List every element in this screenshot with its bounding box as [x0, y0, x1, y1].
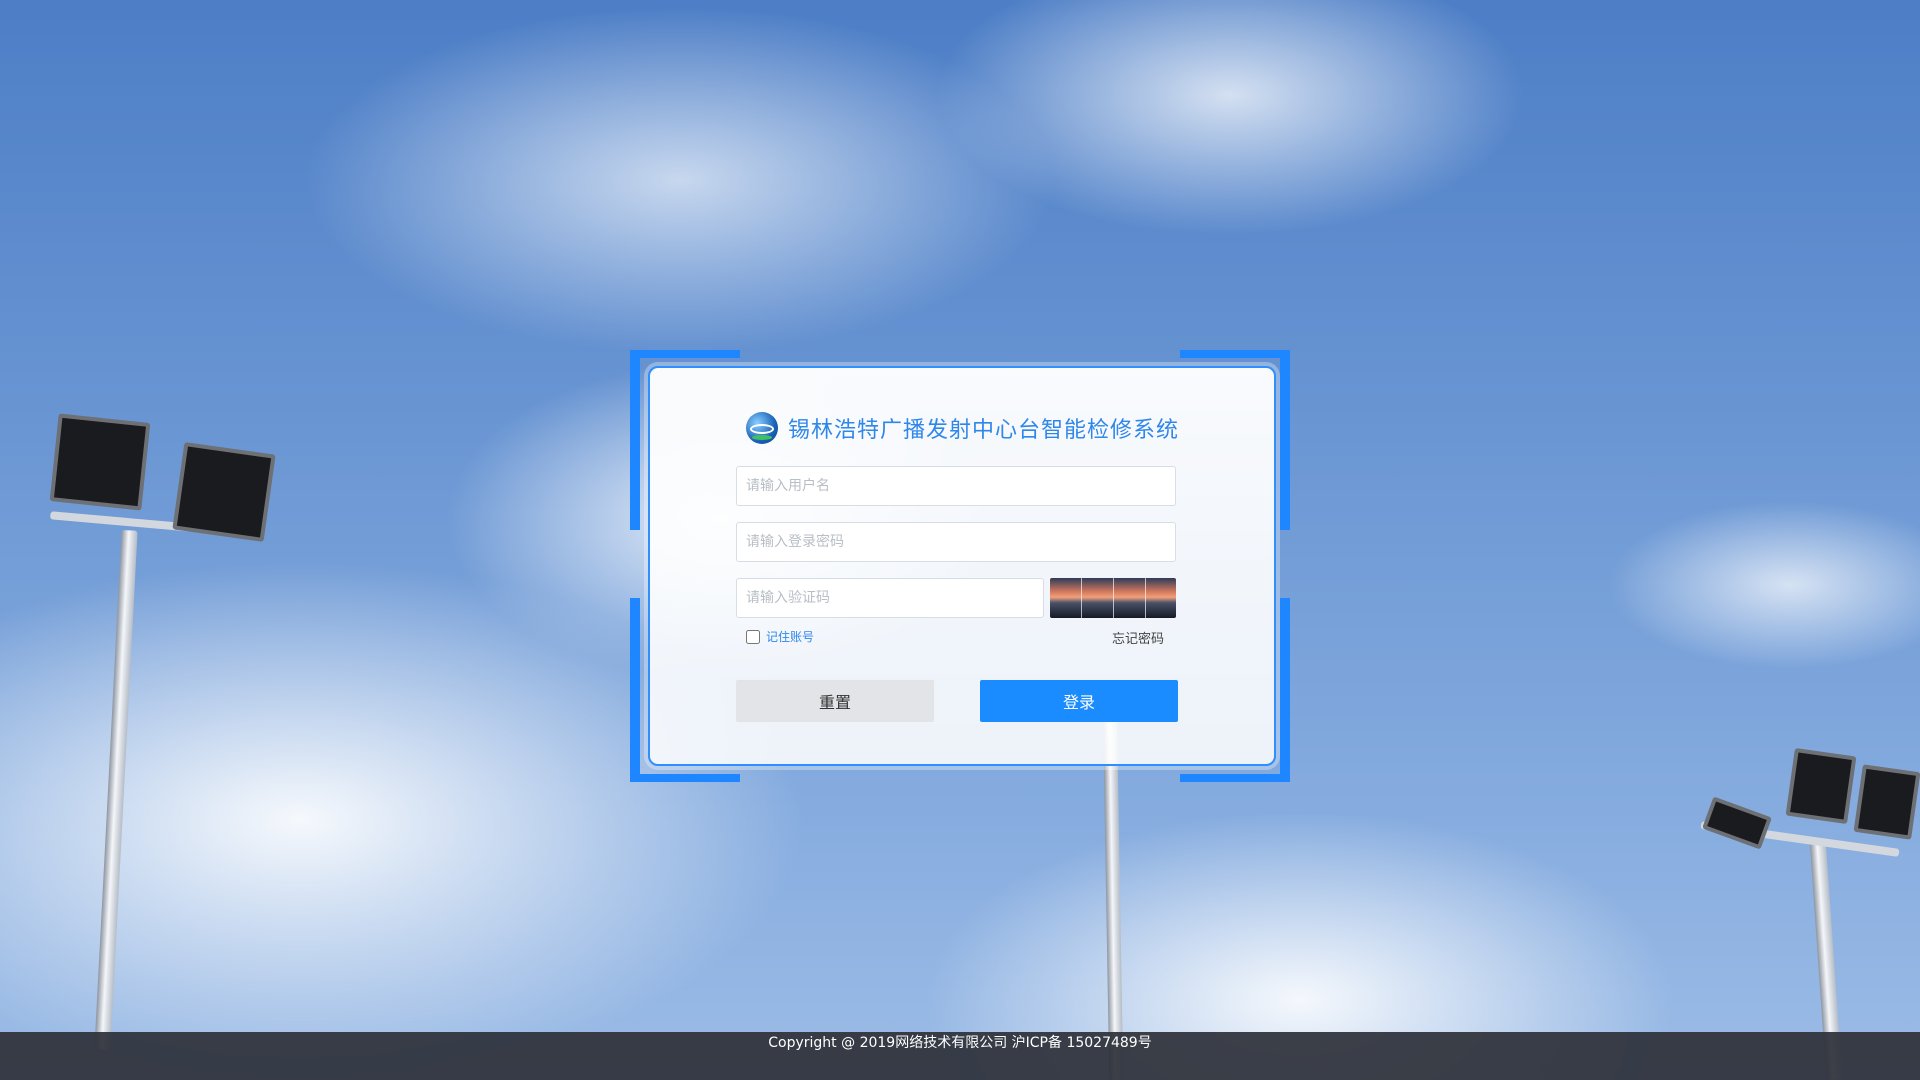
login-button[interactable]: 登录	[980, 680, 1178, 722]
captcha-input[interactable]	[736, 578, 1044, 618]
page-title: 锡林浩特广播发射中心台智能检修系统	[788, 418, 1180, 443]
broadcast-logo-icon	[746, 412, 778, 444]
forgot-password-link[interactable]: 忘记密码	[1112, 628, 1164, 647]
frame-side-left-bottom	[630, 598, 640, 764]
frame-side-left-top	[630, 370, 640, 530]
floodlight-left-1	[49, 413, 151, 511]
login-header: 锡林浩特广播发射中心台智能检修系统	[746, 410, 1179, 446]
frame-side-right-top	[1280, 370, 1290, 530]
floodlight-right-1	[1785, 748, 1857, 824]
floodlight-right-3	[1702, 796, 1772, 850]
username-input[interactable]	[736, 466, 1176, 506]
login-card: 锡林浩特广播发射中心台智能检修系统 记住账号 忘记密码 重置 登录	[648, 366, 1276, 766]
floodlight-right-2	[1853, 764, 1920, 840]
reset-button[interactable]: 重置	[736, 680, 934, 722]
remember-account[interactable]: 记住账号	[746, 628, 814, 645]
copyright-text: Copyright @ 2019网络技术有限公司 沪ICP备 15027489号	[768, 1035, 1152, 1051]
remember-checkbox[interactable]	[746, 629, 760, 644]
password-input[interactable]	[736, 522, 1176, 562]
floodlight-left-2	[172, 442, 276, 542]
remember-label: 记住账号	[766, 630, 815, 644]
frame-side-right-bottom	[1280, 598, 1290, 764]
light-pole-left	[94, 529, 138, 1051]
captcha-image[interactable]	[1050, 578, 1176, 618]
footer-bar: Copyright @ 2019网络技术有限公司 沪ICP备 15027489号	[0, 1032, 1920, 1080]
